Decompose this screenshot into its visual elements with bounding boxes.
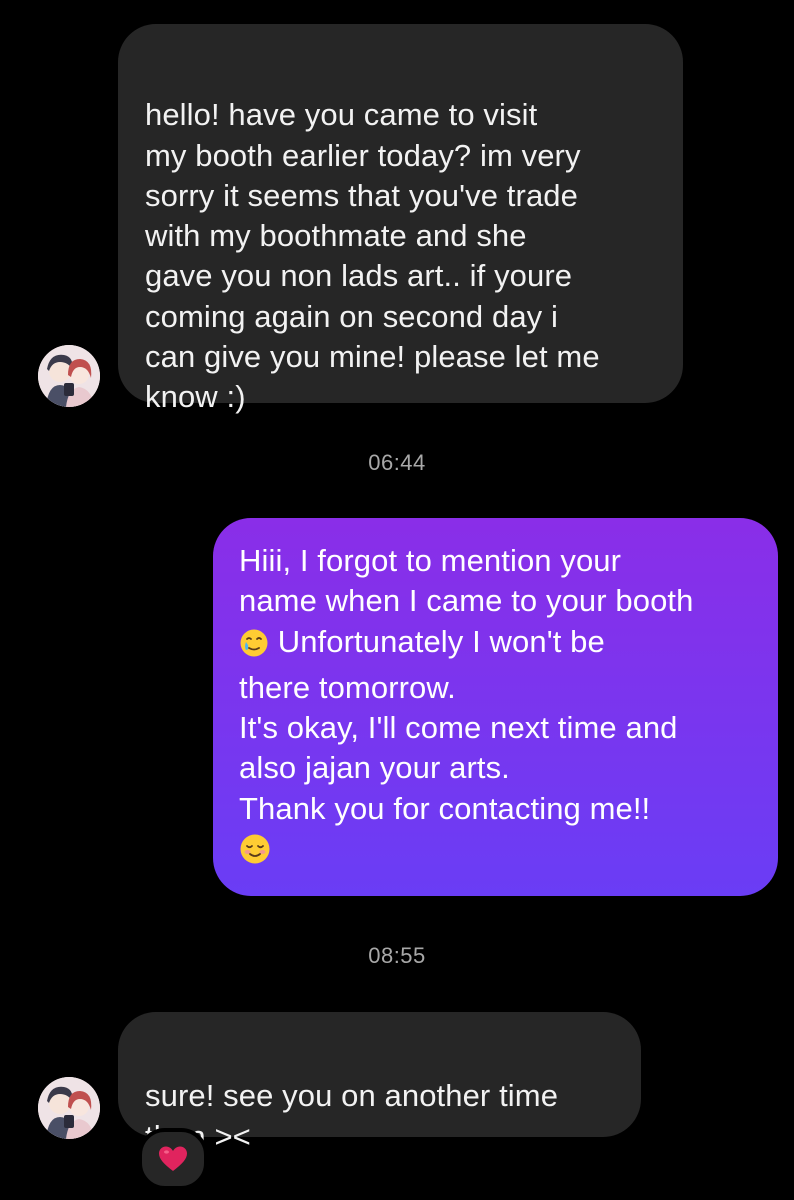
avatar[interactable] — [38, 345, 100, 407]
message-line-text: Unfortunately I won't be — [269, 623, 605, 659]
red-heart-icon — [159, 1146, 187, 1171]
avatar[interactable] — [38, 1077, 100, 1139]
message-text: hello! have you came to visit my booth e… — [145, 97, 600, 415]
message-line — [239, 829, 758, 875]
message-line: Hiii, I forgot to mention your — [239, 543, 622, 578]
message-line: there tomorrow. — [239, 669, 456, 705]
message-line: Thank you for contacting me!! — [239, 790, 651, 826]
outgoing-message-bubble[interactable]: Hiii, I forgot to mention your name when… — [213, 518, 778, 896]
incoming-message-bubble[interactable]: hello! have you came to visit my booth e… — [118, 24, 683, 414]
message-line: name when I came to your booth — [239, 583, 694, 619]
incoming-message-bubble[interactable]: sure! see you on another time then >< — [118, 1012, 641, 1154]
message-timestamp: 08:55 — [368, 943, 426, 968]
message-timestamp: 06:44 — [368, 450, 426, 475]
message-text: sure! see you on another time then >< — [145, 1078, 559, 1154]
message-reaction[interactable] — [138, 1128, 208, 1190]
profile-picture-icon — [38, 345, 100, 407]
smiling-face-icon — [239, 833, 271, 875]
face-holding-back-tears-icon — [239, 628, 269, 668]
message-line: It's okay, I'll come next time and — [239, 710, 678, 746]
message-line: also jajan your arts. — [239, 750, 510, 786]
profile-picture-icon — [38, 1077, 100, 1139]
message-line: Unfortunately I won't be — [239, 622, 758, 668]
